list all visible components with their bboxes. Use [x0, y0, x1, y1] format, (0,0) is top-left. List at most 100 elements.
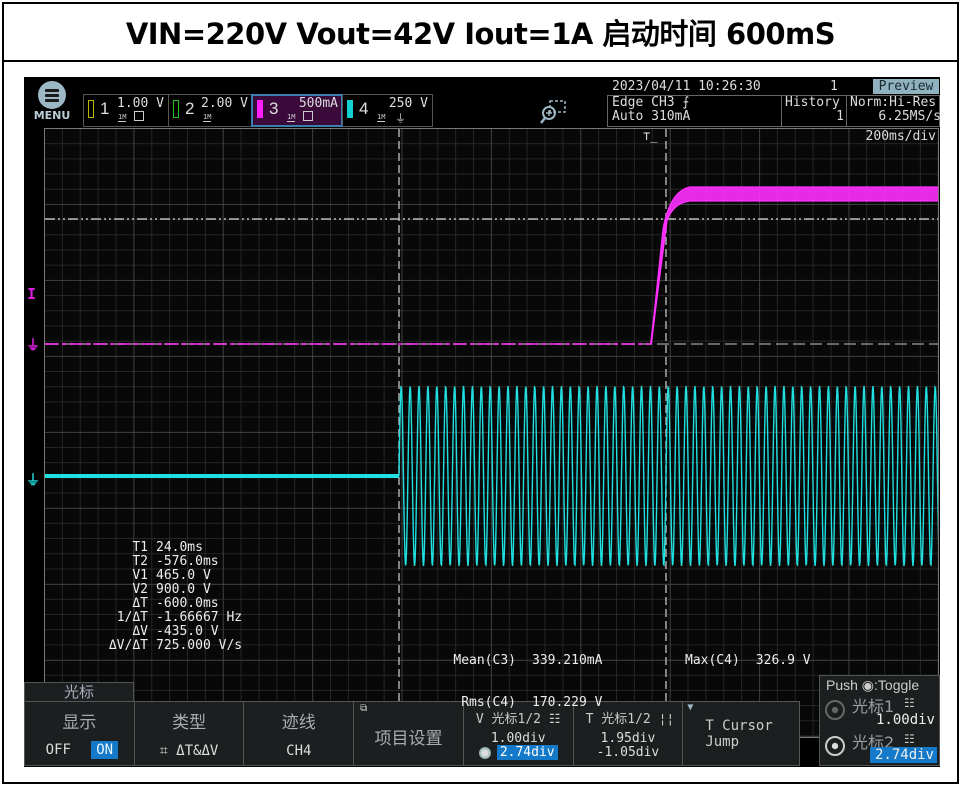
hamburger-menu-icon — [38, 81, 66, 109]
oscilloscope-screen: MENU 1 1.00 V 1M 2 2.00 V 1M 3 500mA 1M … — [24, 77, 941, 767]
type-softkey[interactable]: 类型 ⌗ ΔT&ΔV — [135, 702, 245, 765]
menu-label: MENU — [33, 109, 71, 122]
cursor-readout-value: -435.0 V — [156, 624, 219, 639]
ch4-trace-sine — [398, 385, 938, 567]
channel-4-impedance: 1M — [377, 113, 386, 122]
channel-1-button[interactable]: 1 1.00 V 1M — [84, 95, 168, 126]
dropdown-icon: ▼ — [687, 702, 694, 713]
display-on-option[interactable]: ON — [91, 741, 119, 759]
channel-3-color-icon — [257, 100, 263, 118]
bandwidth-limit-icon — [134, 111, 144, 121]
cursor-readout-row: T1 24.0ms — [92, 541, 242, 555]
cursor-readout-row: T2 -576.0ms — [92, 555, 242, 569]
jog-panel: Push ◉:Toggle 光标1 ☷ 1.00div 光标2 ☷ 2.74di… — [819, 675, 940, 766]
v-cursor-2-value: 2.74div — [496, 745, 558, 760]
jog-knob-icon — [478, 746, 491, 759]
horizontal-cursor-icon: ☷ — [904, 696, 915, 710]
cursor-2-radio-icon[interactable] — [825, 736, 845, 756]
cursor-readout-row: V2 900.0 V — [92, 583, 242, 597]
menu-tab-cursor[interactable]: 光标 — [24, 682, 134, 701]
channel-1-color-icon — [88, 100, 94, 118]
measure-key: Mean(C3) — [453, 653, 516, 668]
trigger-settings[interactable]: Edge CH3 ⨍ Auto 310mA — [612, 96, 782, 126]
zoom-in-icon[interactable] — [539, 99, 569, 125]
measure-value: 326.9 V — [755, 653, 811, 668]
menu-button[interactable]: MENU — [32, 81, 72, 125]
cursor-readout-value: -1.66667 Hz — [156, 610, 243, 625]
cursor-readout-row: ΔV -435.0 V — [92, 625, 242, 639]
t-cursor-jump-line1: T Cursor — [705, 718, 773, 734]
trigger-mode-level: Auto 310mA — [612, 109, 691, 124]
cursor-1-radio-icon[interactable] — [825, 700, 845, 720]
history-value: 1 — [836, 109, 844, 124]
cursor-readout-key: V1 — [132, 568, 148, 583]
caption: VIN=220V Vout=42V Iout=1A 启动时间 600mS — [125, 17, 836, 51]
measure-key: Rms(C4) — [461, 695, 516, 710]
display-off-option[interactable]: OFF — [41, 741, 76, 759]
ch3-trace-rise — [650, 218, 667, 345]
measure-value: 170.229 V — [532, 695, 603, 710]
display-softkey[interactable]: 显示 OFF ON — [25, 702, 135, 765]
popup-icon: ⧉ — [360, 703, 368, 714]
channel-2-impedance: 1M — [203, 113, 212, 122]
cursor-readout-row: V1 465.0 V — [92, 569, 242, 583]
cursor-1-value: 1.00div — [875, 712, 935, 728]
cursor-readout-key: ΔT — [132, 596, 148, 611]
channel-4-color-icon — [347, 100, 353, 118]
cursor-2-value: 2.74div — [870, 747, 937, 763]
timebase: 200ms/div — [865, 129, 936, 144]
cursor-readout: T1 24.0ms T2 -576.0ms V1 465.0 V V2 900.0 V ΔT -6… — [92, 541, 242, 653]
horizontal-cursor-icon: ☷ — [904, 732, 915, 746]
cursor-readout-value: 900.0 V — [156, 582, 211, 597]
history-label: History — [785, 95, 840, 110]
trace-softkey[interactable]: 迹线 CH4 — [244, 702, 355, 765]
cursor-readout-key: ΔV/ΔT — [108, 638, 148, 653]
probe-icon: ⏚ — [395, 112, 406, 125]
measurement-right: Max(C4) 326.9 V — [685, 626, 811, 696]
jog-hint: Push ◉:Toggle — [826, 677, 920, 693]
type-label: 类型 — [172, 713, 207, 733]
cursor-readout-row: ΔV/ΔT 725.000 V/s — [92, 639, 242, 653]
history-info[interactable]: History 1 — [781, 96, 847, 126]
display-label: 显示 — [62, 713, 97, 733]
channel-4-number: 4 — [359, 99, 369, 118]
cursor-readout-key: V2 — [132, 582, 148, 597]
ground-icon: ⏚ — [26, 473, 40, 489]
cursor-readout-key: T1 — [132, 540, 148, 555]
trigger-position-icon: ⊤̲ — [643, 129, 658, 143]
display-toggle[interactable]: OFF ON — [25, 741, 134, 759]
channel-3-button[interactable]: 3 500mA 1M — [251, 94, 343, 127]
trigger-type: Edge CH3 ⨍ — [612, 95, 690, 110]
trigger-info-box[interactable]: Edge CH3 ⨍ Auto 310mA History 1 Norm:Hi-… — [607, 95, 941, 127]
channel-bar: 1 1.00 V 1M 2 2.00 V 1M 3 500mA 1M 4 250… — [83, 94, 433, 127]
ground-icon: ⏚ — [26, 338, 40, 354]
t-cursor-jump-softkey[interactable]: ▼ T Cursor Jump — [683, 702, 799, 765]
channel-2-button[interactable]: 2 2.00 V 1M — [168, 95, 252, 126]
cursor-readout-key: ΔV — [132, 624, 148, 639]
cursor-readout-value: 465.0 V — [156, 568, 211, 583]
cursor-readout-value: 725.000 V/s — [156, 638, 243, 653]
type-value: ⌗ ΔT&ΔV — [159, 743, 219, 759]
channel-2-scale: 2.00 V — [201, 96, 248, 111]
measurement-left: Mean(C3) 339.210mA Rms(C4) 170.229 V — [442, 626, 602, 738]
softkey-bar: 显示 OFF ON 类型 ⌗ ΔT&ΔV 迹线 CH4 ⧉ 项目设置 V 光标1… — [24, 701, 800, 766]
channel-1-impedance: 1M — [118, 113, 127, 122]
bandwidth-limit-icon — [303, 111, 313, 121]
channel-1-scale: 1.00 V — [117, 96, 164, 111]
acquisition-info[interactable]: Norm:Hi-Res 6.25MS/s — [846, 96, 944, 126]
channel-3-scale: 500mA — [298, 96, 338, 111]
acquisition-mode: Norm:Hi-Res — [850, 95, 937, 110]
channel-1-number: 1 — [100, 99, 110, 118]
datetime: 2023/04/11 10:26:30 — [612, 79, 761, 94]
t-cursor-jump-line2: Jump — [705, 734, 740, 750]
vertical-cursor-icon: ¦¦ — [658, 712, 675, 727]
trigger-level-icon: I — [27, 285, 37, 303]
channel-4-button[interactable]: 4 250 V 1M ⏚ — [342, 95, 432, 126]
channel-3-impedance: 1M — [287, 113, 296, 122]
cursor-readout-value: -576.0ms — [156, 554, 219, 569]
acquisition-count: 1 — [830, 79, 838, 94]
cursor-readout-row: ΔT -600.0ms — [92, 597, 242, 611]
trace-label: 迹线 — [281, 713, 316, 733]
cursor-readout-value: 24.0ms — [156, 540, 203, 555]
sample-rate: 6.25MS/s — [878, 109, 941, 124]
